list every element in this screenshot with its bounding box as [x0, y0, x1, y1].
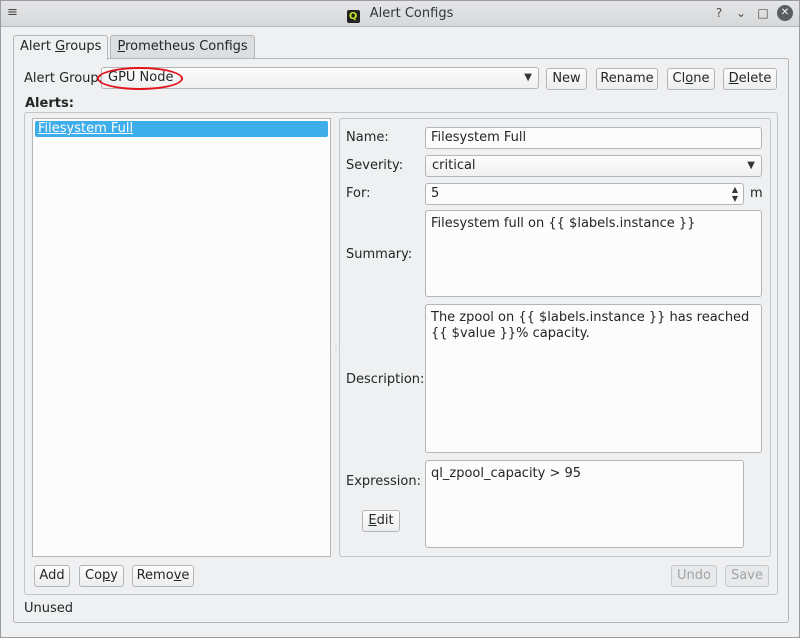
alert-configs-window: ≡ Q Alert Configs ? ⌄ □ ✕ Alert Groups P…	[0, 0, 800, 638]
chevron-down-icon: ▼	[524, 72, 532, 83]
tab-alert-groups[interactable]: Alert Groups	[13, 35, 109, 60]
copy-post: y	[110, 568, 118, 583]
tab-prometheus-mnemonic: P	[117, 39, 126, 54]
add-alert-button[interactable]: Add	[34, 565, 70, 587]
edit-mnemonic: E	[368, 513, 377, 528]
edit-expression-button[interactable]: Edit	[362, 510, 400, 532]
delete-group-button[interactable]: Delete	[723, 68, 777, 90]
title-wrap: Q Alert Configs	[1, 5, 799, 23]
alert-group-value: GPU Node	[108, 70, 174, 85]
copy-alert-button[interactable]: Copy	[79, 565, 124, 587]
remove-pre: Remo	[136, 568, 174, 583]
copy-pre: Co	[85, 568, 103, 583]
expression-label: Expression:	[346, 474, 421, 489]
delete-post: elete	[738, 71, 772, 86]
description-textarea[interactable]: The zpool on {{ $labels.instance }} has …	[425, 304, 762, 453]
delete-mnemonic: D	[728, 71, 739, 86]
for-label: For:	[346, 186, 371, 201]
severity-value: critical	[432, 158, 476, 173]
severity-select[interactable]: critical ▼	[425, 155, 762, 177]
new-group-button[interactable]: New	[546, 68, 587, 90]
spin-arrows-icon[interactable]: ▲ ▼	[732, 185, 738, 203]
alert-group-select[interactable]: GPU Node ▼	[101, 67, 539, 89]
undo-button[interactable]: Undo	[671, 565, 717, 587]
chevron-down-icon: ▼	[747, 160, 755, 171]
list-item-label: Filesystem Full	[38, 121, 134, 136]
severity-label: Severity:	[346, 158, 404, 173]
window-title: Alert Configs	[369, 6, 454, 21]
close-icon[interactable]: ✕	[777, 5, 793, 21]
clone-group-button[interactable]: Clone	[667, 68, 715, 90]
alerts-list[interactable]: Filesystem Full	[32, 118, 331, 557]
remove-post: e	[181, 568, 190, 583]
alert-group-label: Alert Group:	[24, 71, 104, 86]
expression-textarea[interactable]: ql_zpool_capacity > 95	[425, 460, 744, 548]
window-controls: ? ⌄ □ ✕	[711, 5, 793, 21]
alerts-section-title: Alerts:	[25, 96, 74, 111]
tab-alert-groups-pre: Alert	[20, 39, 56, 54]
tab-prometheus-post: rometheus Configs	[125, 39, 248, 54]
title-bar: ≡ Q Alert Configs ? ⌄ □ ✕	[1, 1, 799, 27]
summary-label: Summary:	[346, 247, 413, 262]
name-label: Name:	[346, 130, 389, 145]
minimize-icon[interactable]: ⌄	[733, 5, 749, 21]
edit-post: dit	[376, 513, 394, 528]
tab-alert-groups-post: roups	[65, 39, 102, 54]
splitter-handle[interactable]: ⋮	[332, 345, 340, 357]
clone-mnemonic: o	[685, 71, 694, 86]
maximize-icon[interactable]: □	[755, 5, 771, 21]
tab-bar: Alert Groups Prometheus Configs	[13, 35, 257, 60]
app-icon: Q	[346, 10, 360, 23]
help-icon[interactable]: ?	[711, 5, 727, 21]
remove-alert-button[interactable]: Remove	[132, 565, 194, 587]
tab-prometheus-configs[interactable]: Prometheus Configs	[110, 35, 255, 59]
for-value: 5	[431, 186, 440, 201]
for-unit: m	[750, 186, 763, 201]
tab-alert-groups-mnemonic: G	[55, 39, 66, 54]
rename-group-button[interactable]: Rename	[596, 68, 658, 90]
summary-textarea[interactable]: Filesystem full on {{ $labels.instance }…	[425, 210, 762, 297]
list-item[interactable]: Filesystem Full	[35, 121, 328, 137]
status-text: Unused	[24, 601, 74, 616]
clone-post: ne	[693, 71, 710, 86]
name-input[interactable]: Filesystem Full	[425, 127, 762, 149]
for-spinbox[interactable]: 5 ▲ ▼	[425, 183, 744, 205]
description-label: Description:	[346, 372, 425, 387]
save-button[interactable]: Save	[725, 565, 769, 587]
clone-pre: Cl	[672, 71, 686, 86]
